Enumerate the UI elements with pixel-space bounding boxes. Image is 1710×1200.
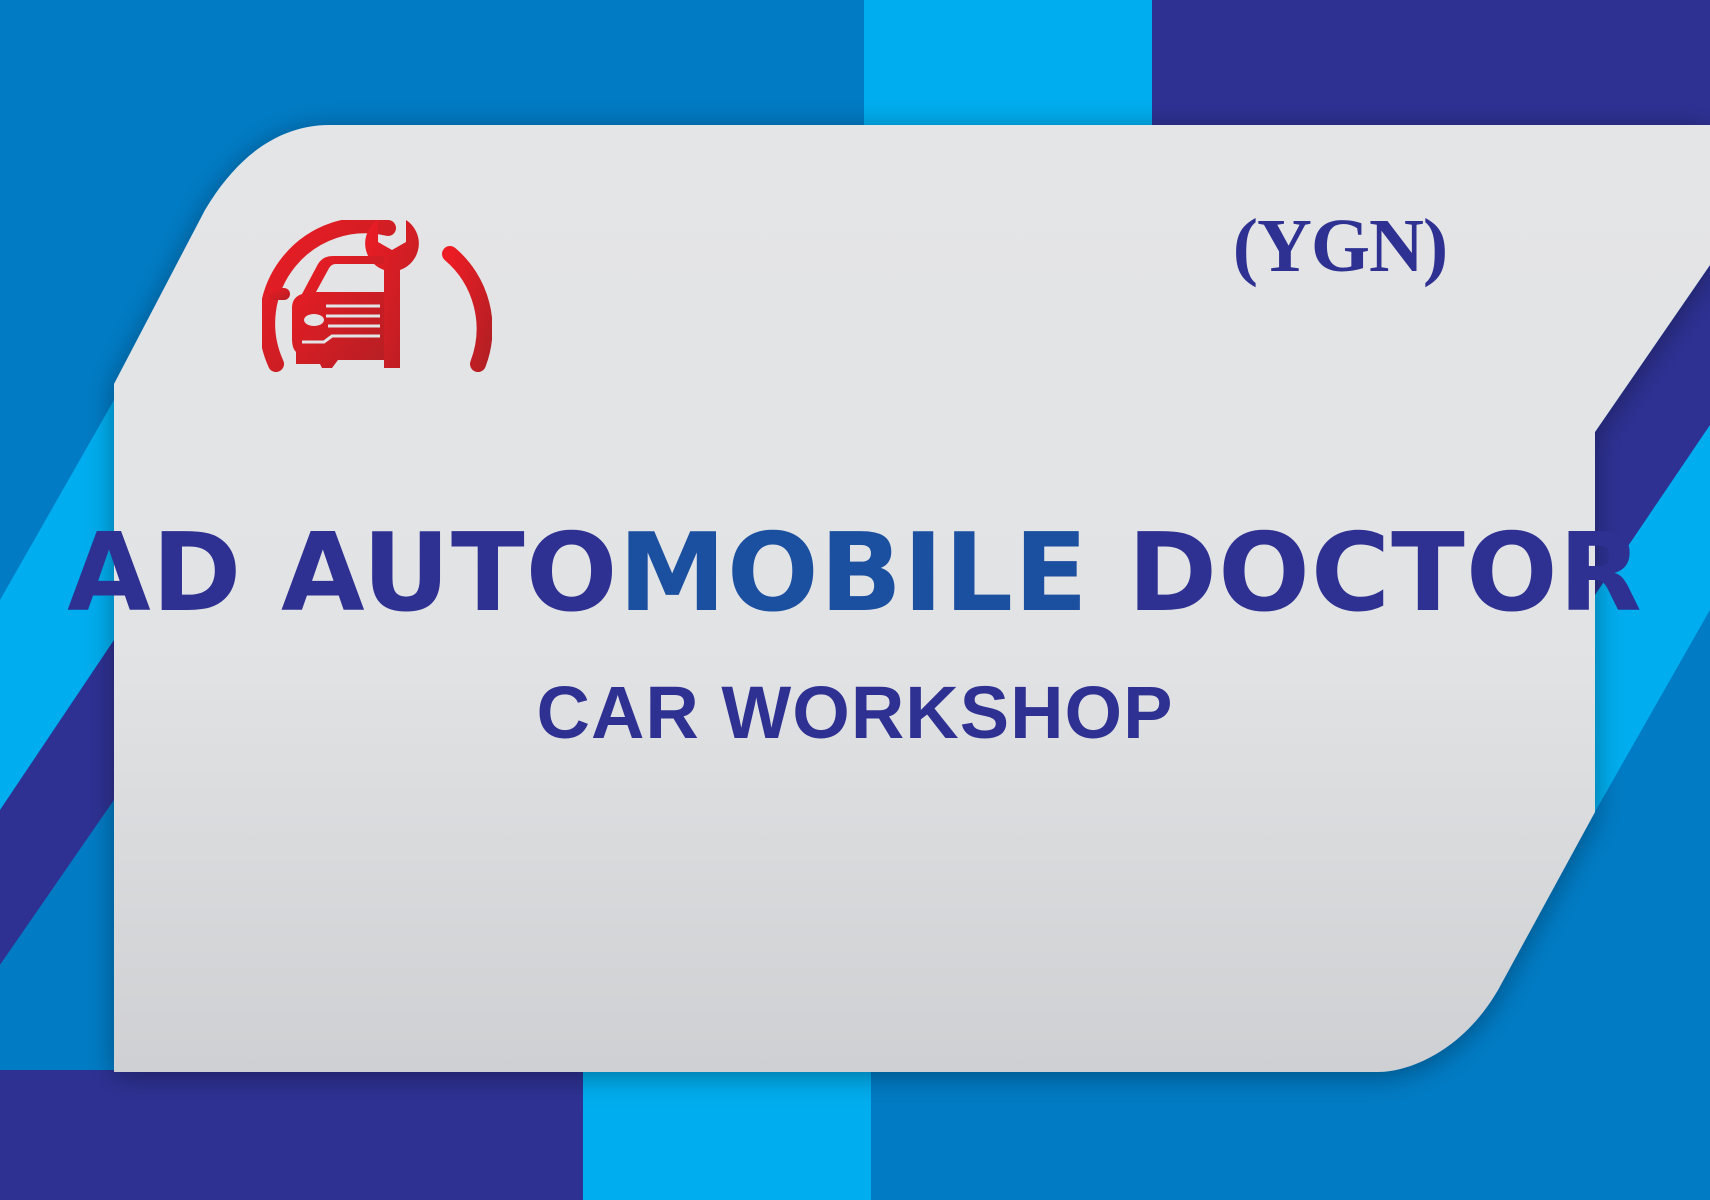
top-band-middle — [864, 0, 1152, 130]
region-tag: (YGN) — [1232, 204, 1449, 288]
car-repair-wrench-icon — [262, 220, 492, 372]
business-card: (YGN) AD AUTOMOBILE DOCTOR CAR WORKSHOP — [0, 0, 1710, 1200]
brand-title-part3: DOCTOR — [1088, 511, 1643, 636]
bottom-band-right — [871, 1070, 1710, 1200]
brand-title-part1: AD AUTO — [67, 511, 619, 636]
top-band-right — [1152, 0, 1710, 130]
bottom-band-left — [0, 1070, 583, 1200]
brand-title: AD AUTOMOBILE DOCTOR — [0, 520, 1710, 628]
brand-title-part2: MOBILE — [618, 511, 1089, 636]
bottom-band-middle — [583, 1070, 871, 1200]
top-band-left — [0, 0, 864, 130]
brand-subtitle: CAR WORKSHOP — [536, 671, 1174, 754]
